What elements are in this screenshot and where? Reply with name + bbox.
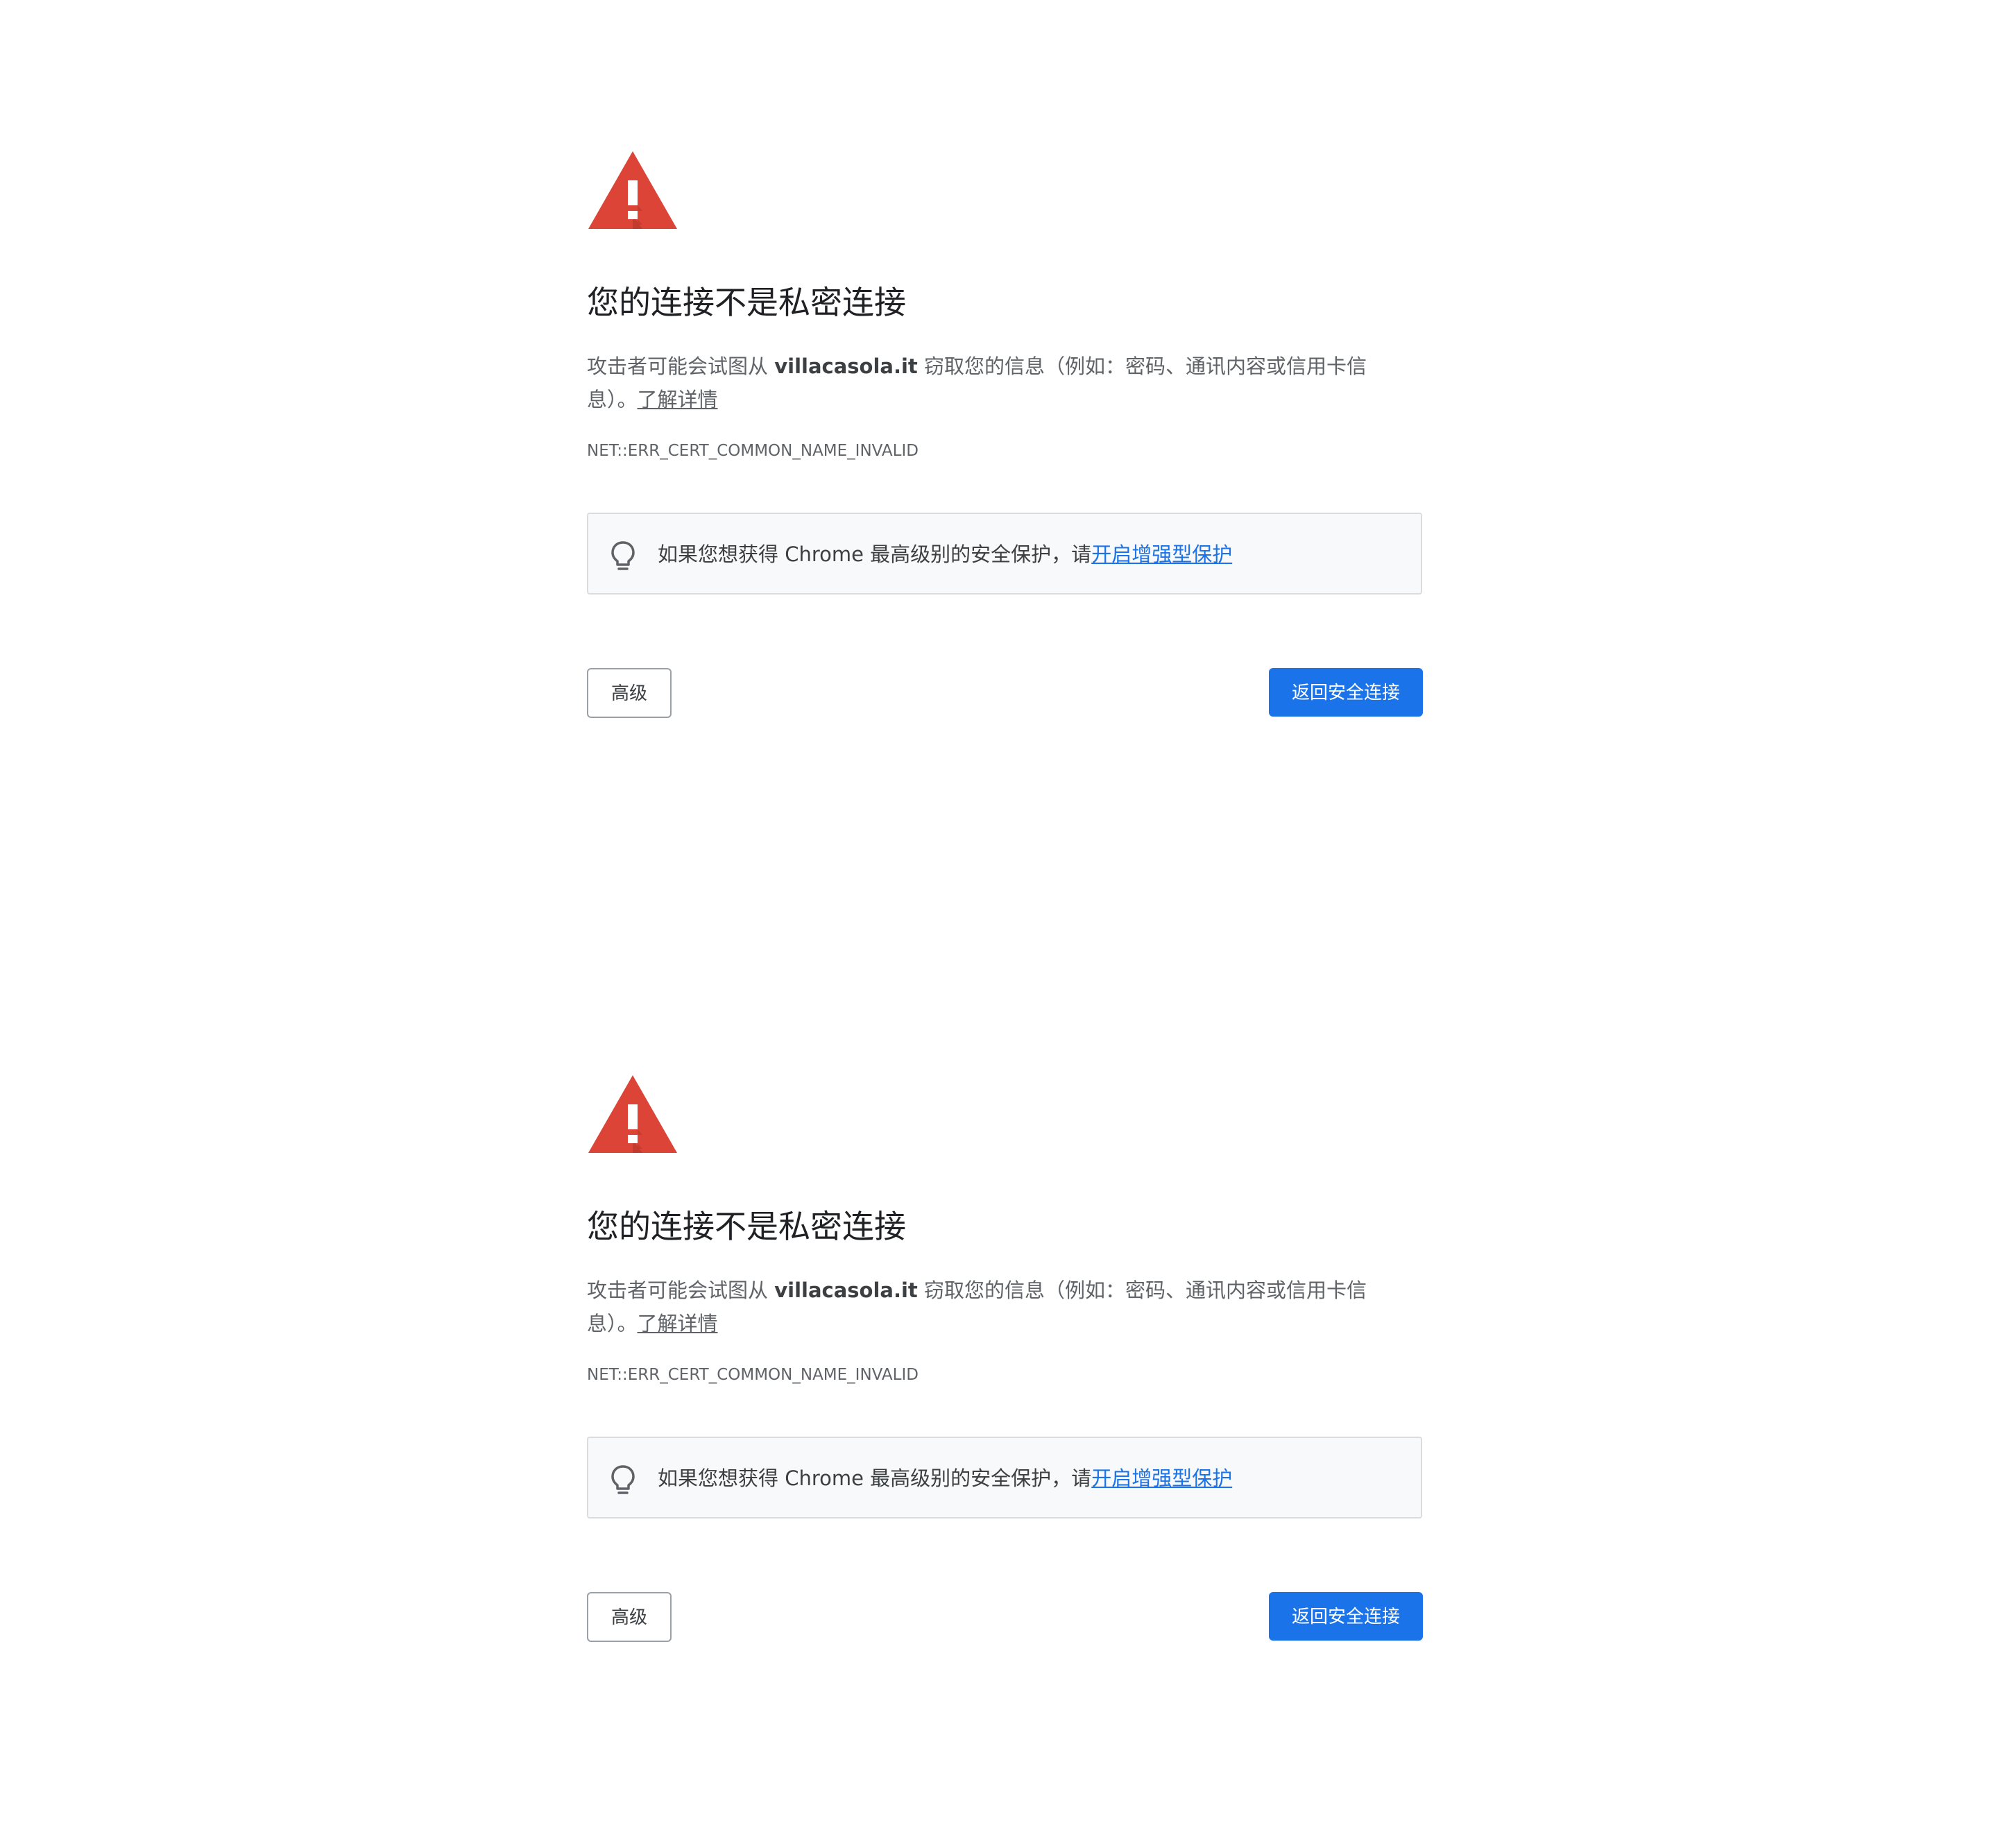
description: 攻击者可能会试图从 villacasola.it 窃取您的信息（例如：密码、通讯… (587, 350, 1378, 416)
hostname: villacasola.it (774, 354, 918, 378)
description-prefix: 攻击者可能会试图从 (587, 1278, 775, 1302)
back-to-safety-button[interactable]: 返回安全连接 (1269, 1592, 1423, 1641)
tip-text: 如果您想获得 Chrome 最高级别的安全保护，请 (658, 542, 1092, 566)
error-code: NET::ERR_CERT_COMMON_NAME_INVALID (587, 1366, 919, 1384)
enable-enhanced-protection-link[interactable]: 开启增强型保护 (1091, 1466, 1232, 1490)
enable-enhanced-protection-link[interactable]: 开启增强型保护 (1091, 542, 1232, 566)
back-to-safety-button[interactable]: 返回安全连接 (1269, 668, 1423, 717)
learn-more-link[interactable]: 了解详情 (638, 1312, 718, 1335)
advanced-button[interactable]: 高级 (587, 1592, 672, 1642)
lightbulb-icon (611, 541, 635, 570)
tip-text-line: 如果您想获得 Chrome 最高级别的安全保护，请开启增强型保护 (658, 1463, 1232, 1494)
warning-triangle-icon (588, 151, 677, 229)
enhanced-protection-tip: 如果您想获得 Chrome 最高级别的安全保护，请开启增强型保护 (587, 513, 1422, 594)
enhanced-protection-tip: 如果您想获得 Chrome 最高级别的安全保护，请开启增强型保护 (587, 1437, 1422, 1518)
description-prefix: 攻击者可能会试图从 (587, 354, 775, 378)
tip-text: 如果您想获得 Chrome 最高级别的安全保护，请 (658, 1466, 1092, 1490)
advanced-button[interactable]: 高级 (587, 668, 672, 718)
tip-text-line: 如果您想获得 Chrome 最高级别的安全保护，请开启增强型保护 (658, 539, 1232, 570)
page-title: 您的连接不是私密连接 (587, 284, 906, 321)
interstitial-panel: 您的连接不是私密连接 攻击者可能会试图从 villacasola.it 窃取您的… (0, 0, 1998, 924)
hostname: villacasola.it (774, 1278, 918, 1302)
error-code: NET::ERR_CERT_COMMON_NAME_INVALID (587, 442, 919, 460)
lightbulb-icon (611, 1465, 635, 1494)
description: 攻击者可能会试图从 villacasola.it 窃取您的信息（例如：密码、通讯… (587, 1274, 1378, 1340)
interstitial-panel: 您的连接不是私密连接 攻击者可能会试图从 villacasola.it 窃取您的… (0, 924, 1998, 1848)
interstitial-content: 您的连接不是私密连接 攻击者可能会试图从 villacasola.it 窃取您的… (587, 0, 1424, 924)
learn-more-link[interactable]: 了解详情 (638, 388, 718, 411)
interstitial-content: 您的连接不是私密连接 攻击者可能会试图从 villacasola.it 窃取您的… (587, 924, 1424, 1848)
warning-triangle-icon (588, 1075, 677, 1153)
page-title: 您的连接不是私密连接 (587, 1208, 906, 1245)
